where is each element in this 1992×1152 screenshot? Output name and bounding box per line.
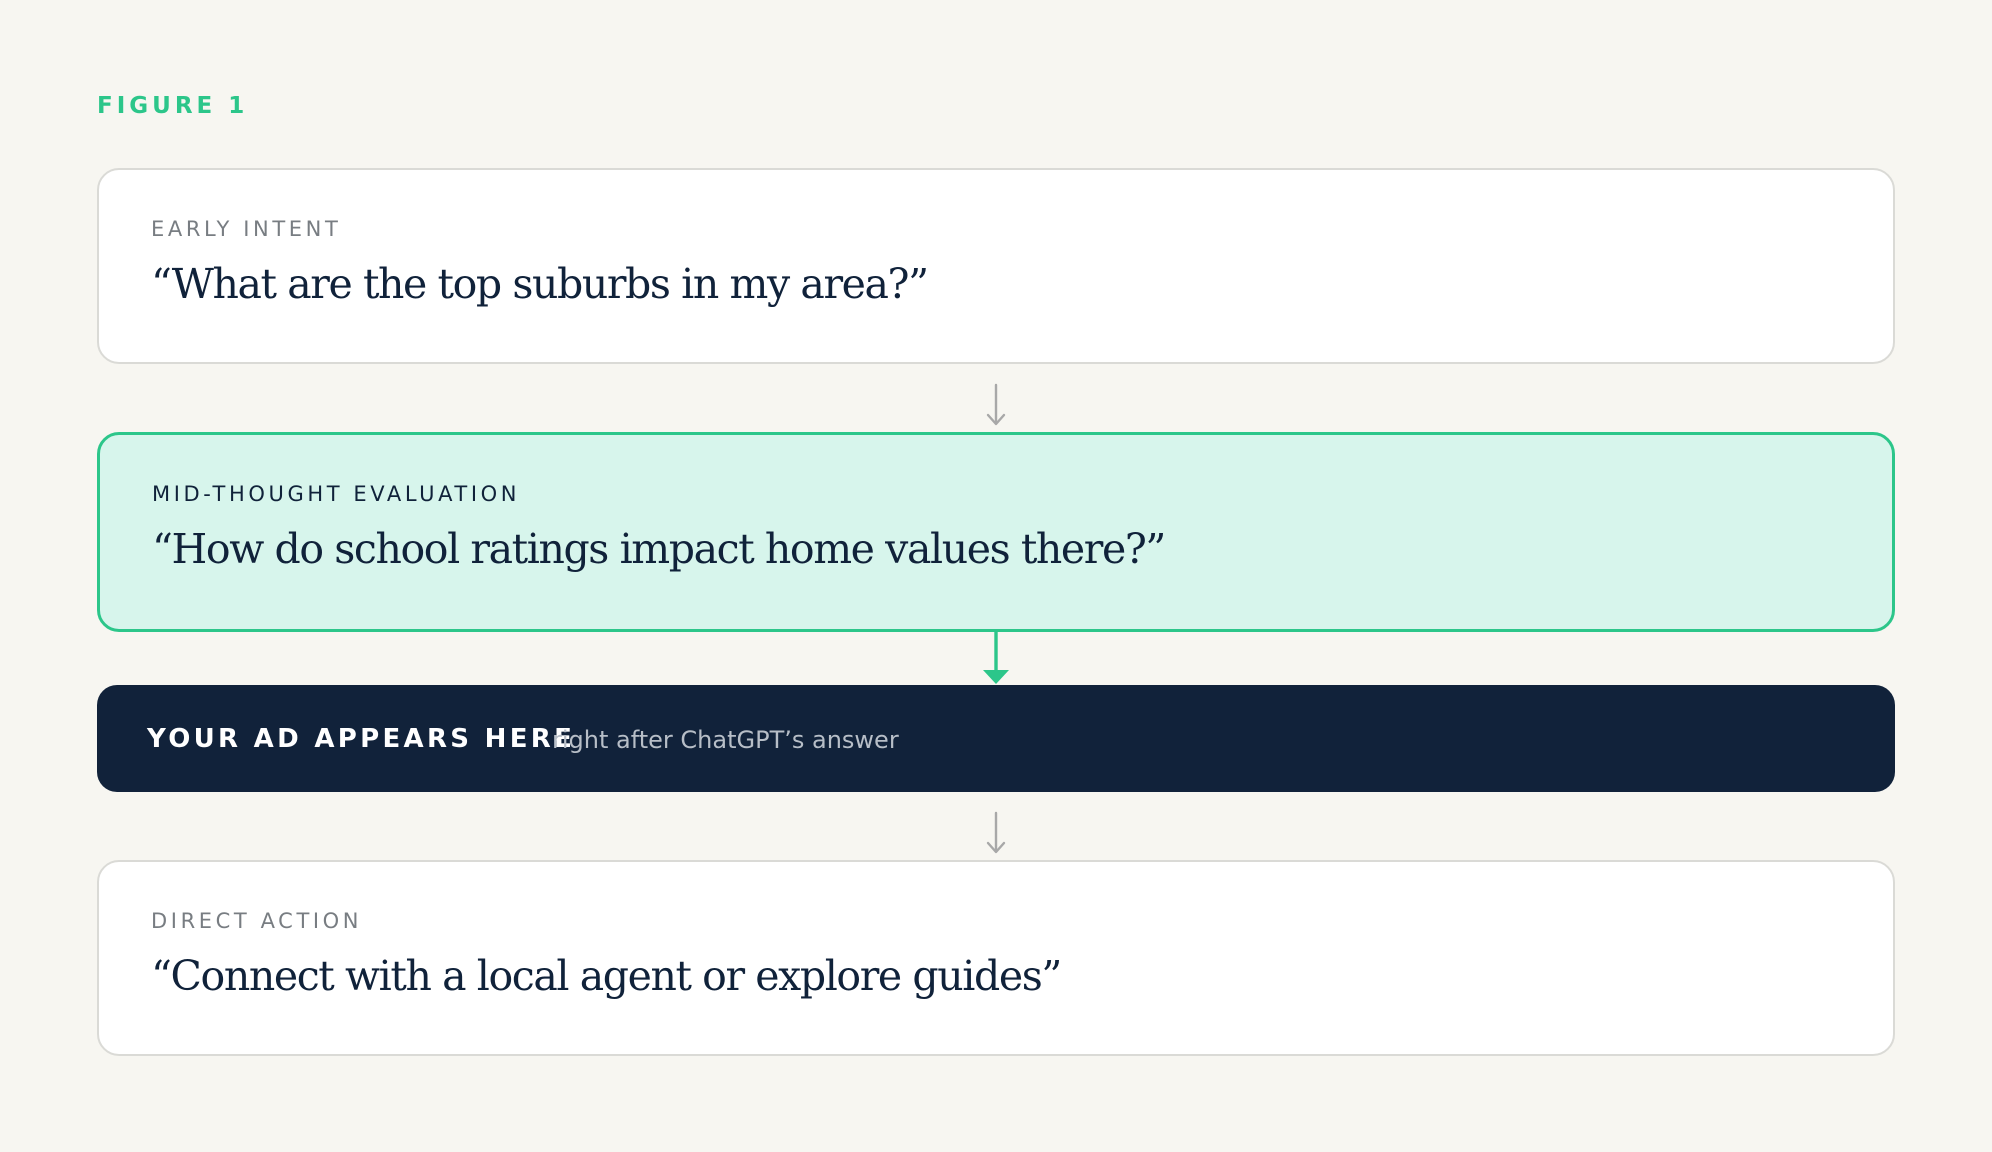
step-card-early-intent: EARLY INTENT “What are the top suburbs i…	[97, 168, 1895, 364]
step-quote: “How do school ratings impact home value…	[152, 525, 1166, 573]
step-eyebrow: MID-THOUGHT EVALUATION	[152, 482, 521, 506]
arrow-down-icon	[986, 811, 1006, 854]
step-eyebrow: EARLY INTENT	[151, 217, 342, 241]
ad-slot-subtitle: right after ChatGPT’s answer	[552, 726, 899, 754]
step-quote: “What are the top suburbs in my area?”	[151, 260, 929, 308]
arrow-down-icon	[983, 630, 1009, 684]
figure-label: FIGURE 1	[97, 93, 249, 119]
step-quote: “Connect with a local agent or explore g…	[151, 952, 1062, 1000]
step-card-direct-action: DIRECT ACTION “Connect with a local agen…	[97, 860, 1895, 1056]
ad-slot-title: YOUR AD APPEARS HERE	[147, 724, 576, 754]
arrow-down-icon	[986, 383, 1006, 426]
step-card-mid-thought-evaluation: MID-THOUGHT EVALUATION “How do school ra…	[97, 432, 1895, 632]
ad-slot-bar: YOUR AD APPEARS HERE right after ChatGPT…	[97, 685, 1895, 792]
step-eyebrow: DIRECT ACTION	[151, 909, 363, 933]
